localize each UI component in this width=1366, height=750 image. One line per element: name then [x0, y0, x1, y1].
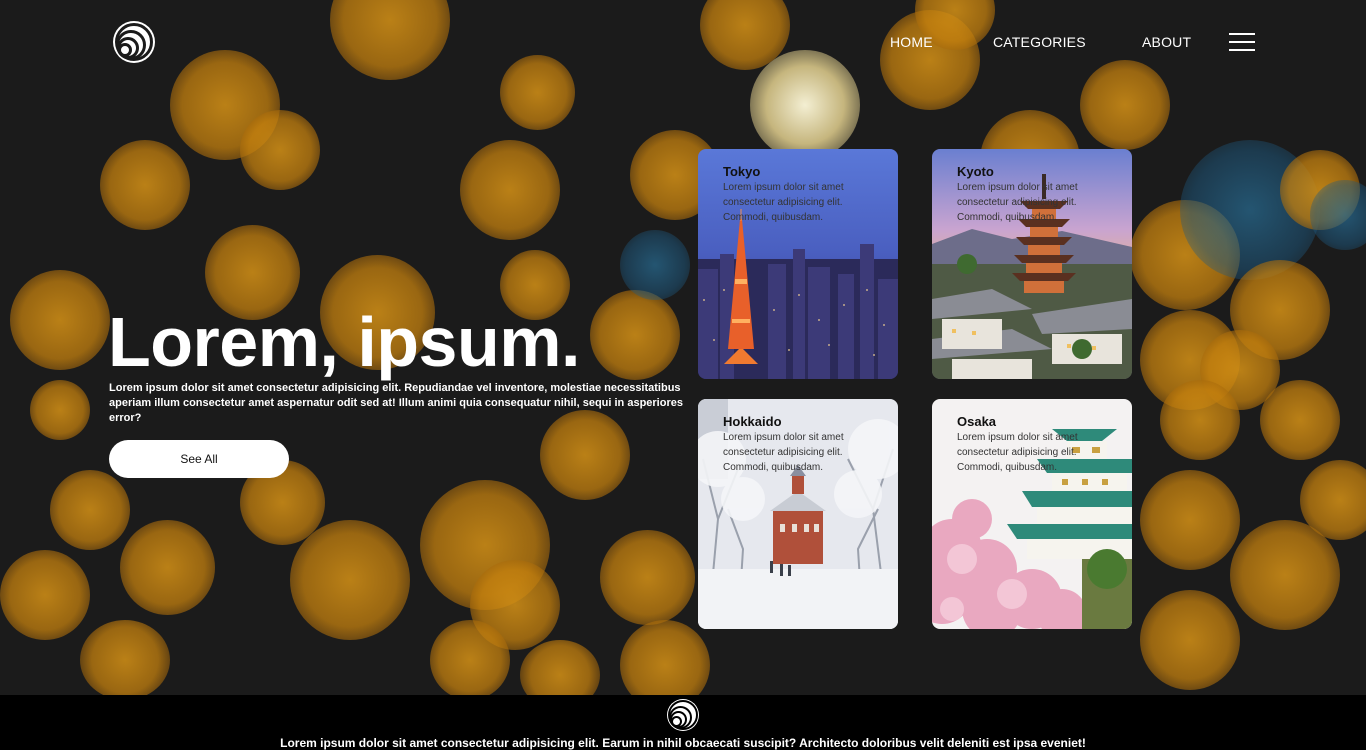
card-hokkaido[interactable]: Hokkaido Lorem ipsum dolor sit amet cons…	[698, 399, 898, 629]
footer-text: Lorem ipsum dolor sit amet consectetur a…	[280, 736, 1086, 750]
hamburger-menu-icon[interactable]	[1229, 33, 1255, 51]
card-osaka[interactable]: Osaka Lorem ipsum dolor sit amet consect…	[932, 399, 1132, 629]
card-title: Osaka	[957, 414, 997, 429]
logo-icon[interactable]	[113, 21, 155, 63]
card-tokyo[interactable]: Tokyo Lorem ipsum dolor sit amet consect…	[698, 149, 898, 379]
nav-categories[interactable]: CATEGORIES	[993, 34, 1086, 50]
card-description: Lorem ipsum dolor sit amet consectetur a…	[957, 182, 1078, 223]
hero-title: Lorem, ipsum.	[108, 303, 580, 381]
hero-description: Lorem ipsum dolor sit amet consectetur a…	[109, 382, 683, 424]
see-all-button[interactable]: See All	[109, 440, 289, 478]
footer-logo-icon[interactable]	[667, 699, 699, 731]
card-description: Lorem ipsum dolor sit amet consectetur a…	[957, 432, 1078, 473]
card-title: Hokkaido	[723, 414, 782, 429]
nav-home[interactable]: HOME	[890, 34, 933, 50]
card-title: Kyoto	[957, 164, 994, 179]
card-description: Lorem ipsum dolor sit amet consectetur a…	[723, 182, 844, 223]
footer: Lorem ipsum dolor sit amet consectetur a…	[0, 695, 1366, 750]
card-kyoto[interactable]: Kyoto Lorem ipsum dolor sit amet consect…	[932, 149, 1132, 379]
card-title: Tokyo	[723, 164, 761, 179]
card-description: Lorem ipsum dolor sit amet consectetur a…	[723, 432, 844, 473]
nav-about[interactable]: ABOUT	[1142, 34, 1191, 50]
